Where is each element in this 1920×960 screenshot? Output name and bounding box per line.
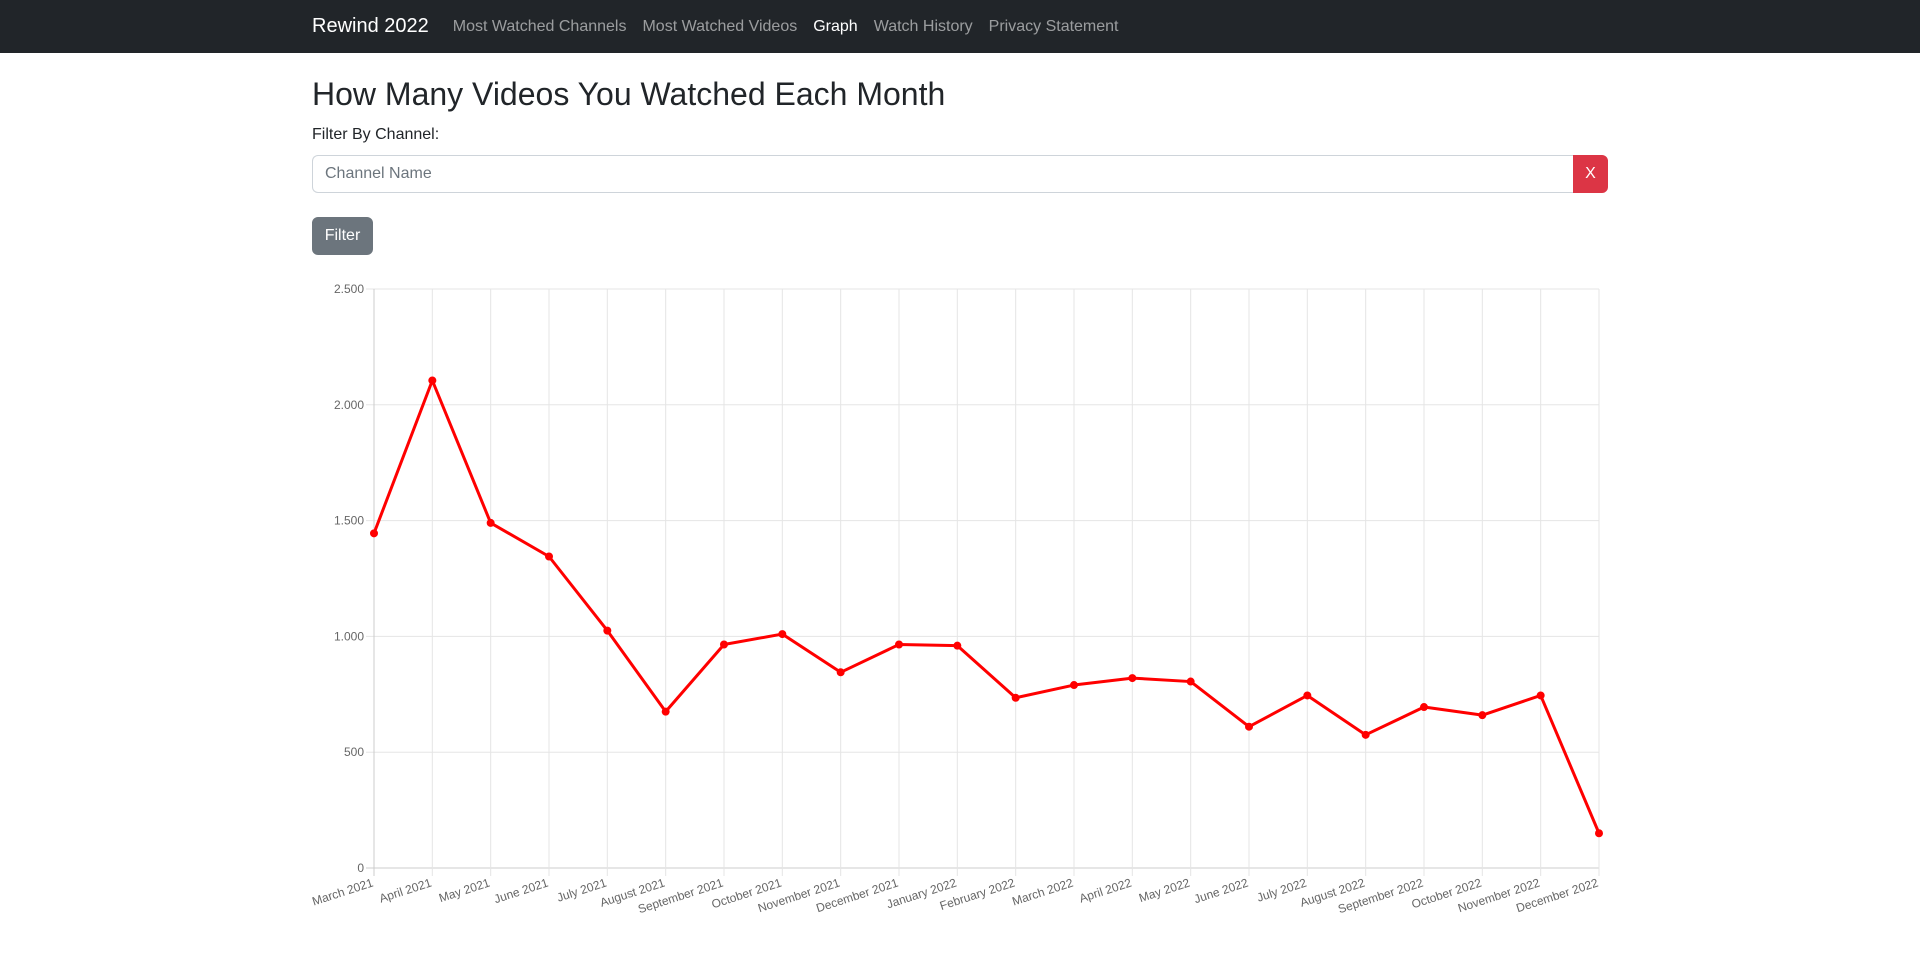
x-tick-label: June 2021: [492, 875, 550, 906]
brand-link[interactable]: Rewind 2022: [312, 15, 429, 38]
nav-link-most-watched-channels[interactable]: Most Watched Channels: [453, 18, 627, 36]
y-tick-label: 1.500: [334, 514, 364, 528]
data-point: [1070, 681, 1078, 690]
navbar: Rewind 2022 Most Watched Channels Most W…: [0, 0, 1920, 53]
y-tick-label: 2.000: [334, 398, 364, 412]
y-tick-label: 0: [357, 861, 364, 875]
data-point: [1536, 691, 1545, 700]
line-chart: 05001.0001.5002.0002.500 March 2021 April…: [310, 282, 1603, 916]
data-point: [778, 630, 787, 639]
data-point: [1420, 703, 1428, 712]
channel-filter-group: X: [312, 155, 1608, 193]
data-point: [836, 668, 845, 677]
data-point: [1245, 722, 1253, 731]
data-point: [1478, 711, 1487, 720]
data-point: [720, 640, 728, 649]
y-tick-label: 500: [344, 745, 364, 759]
filter-label: Filter By Channel:: [312, 126, 440, 143]
x-tick-label: May 2022: [1137, 875, 1192, 905]
data-point: [1303, 691, 1312, 700]
x-tick-label: April 2022: [1078, 875, 1134, 905]
y-tick-label: 2.500: [334, 282, 364, 296]
nav-link-most-watched-videos[interactable]: Most Watched Videos: [642, 18, 797, 36]
y-tick-label: 1.000: [334, 629, 364, 643]
series-line: [372, 378, 1601, 834]
data-point: [1186, 677, 1195, 686]
navbar-inner: Rewind 2022 Most Watched Channels Most W…: [312, 0, 1135, 53]
grid-layer: [366, 288, 1600, 876]
y-axis-labels: 0 500 1.000 1.500 2.000 2.500: [334, 282, 364, 875]
x-tick-label: June 2022: [1192, 875, 1250, 906]
clear-button[interactable]: X: [1573, 155, 1608, 193]
page-title: How Many Videos You Watched Each Month: [312, 76, 946, 112]
data-point: [661, 707, 670, 716]
data-point: [1361, 730, 1370, 739]
data-point: [370, 529, 378, 538]
data-point: [1128, 674, 1137, 683]
data-points-layer: [370, 376, 1603, 838]
x-tick-label: March 2021: [310, 875, 375, 908]
nav-link-graph[interactable]: Graph: [813, 18, 857, 36]
data-point: [953, 641, 962, 650]
data-point: [1595, 829, 1603, 838]
data-point: [1011, 693, 1020, 702]
channel-name-input[interactable]: [312, 155, 1573, 193]
data-point: [545, 552, 553, 561]
x-tick-label: April 2021: [378, 875, 434, 905]
data-point: [428, 376, 437, 385]
nav-link-watch-history[interactable]: Watch History: [874, 18, 973, 36]
nav-link-privacy-statement[interactable]: Privacy Statement: [989, 18, 1119, 36]
x-tick-label: March 2022: [1010, 875, 1075, 908]
series-line-layer: [372, 378, 1601, 834]
filter-button[interactable]: Filter: [312, 217, 373, 255]
data-point: [486, 518, 495, 527]
x-tick-label: May 2021: [437, 875, 492, 905]
data-point: [603, 626, 612, 635]
x-axis-labels: March 2021 April 2021 May 2021 June 2021 Jul…: [310, 875, 1600, 916]
data-point: [895, 640, 903, 649]
